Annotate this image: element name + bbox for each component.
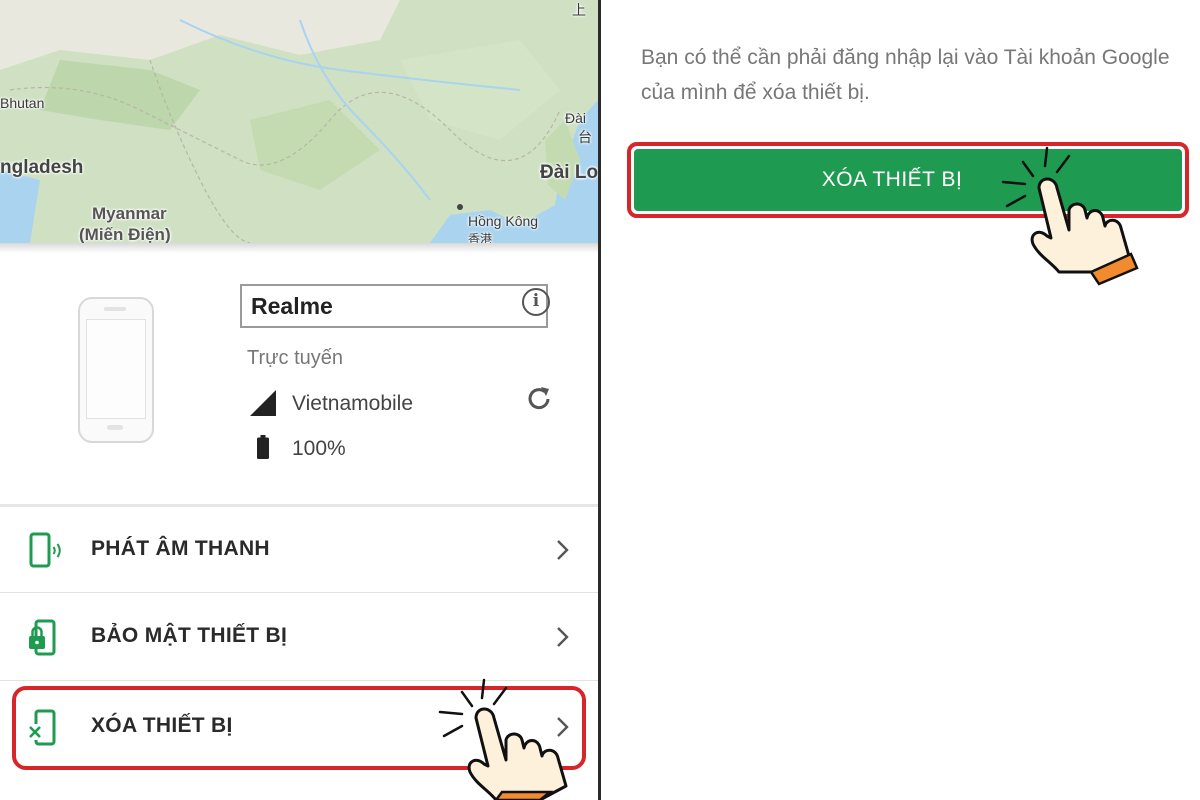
map-label-dai-loan: Đài Lo xyxy=(540,162,598,183)
chevron-right-icon xyxy=(557,540,569,560)
menu-item-play-sound[interactable]: PHÁT ÂM THANH xyxy=(0,507,598,593)
pointing-hand-icon xyxy=(1001,146,1139,286)
erase-warning-message: Bạn có thể cần phải đăng nhập lại vào Tà… xyxy=(641,46,1170,104)
left-screenshot: Bhutan ngladesh Myanmar (Miến Điện) Đài … xyxy=(0,0,598,800)
carrier-name: Vietnamobile xyxy=(292,392,414,415)
map-label-hong-kong: Hồng Kông xyxy=(468,213,539,229)
map-label-hong-kong-han: 香港 xyxy=(468,232,493,243)
map-label-dai: Đài xyxy=(565,110,587,126)
map-view[interactable]: Bhutan ngladesh Myanmar (Miến Điện) Đài … xyxy=(0,0,598,243)
device-status: Trực tuyến xyxy=(247,347,344,369)
ring-phone-icon xyxy=(29,532,61,568)
map-shadow xyxy=(0,243,598,253)
right-screenshot: Bạn có thể cần phải đăng nhập lại vào Tà… xyxy=(601,0,1200,800)
menu-item-secure-device[interactable]: BẢO MẬT THIẾT BỊ xyxy=(0,594,598,680)
chevron-right-icon xyxy=(557,627,569,647)
map-label-myanmar: Myanmar xyxy=(92,204,167,223)
battery-level: 100% xyxy=(292,437,346,460)
device-name-field[interactable]: Realme xyxy=(240,284,548,328)
map-label-top-right: 上 xyxy=(572,2,586,18)
row-divider xyxy=(0,592,598,593)
menu-item-label: PHÁT ÂM THANH xyxy=(91,537,270,560)
device-image xyxy=(78,297,154,443)
map-label-bangladesh: ngladesh xyxy=(0,157,84,178)
menu-item-label: BẢO MẬT THIẾT BỊ xyxy=(91,624,288,647)
map-label-bhutan: Bhutan xyxy=(0,95,45,111)
refresh-icon[interactable] xyxy=(524,384,554,414)
signal-icon xyxy=(250,390,276,416)
map-label-mien-dien: (Miến Điện) xyxy=(79,225,171,243)
info-icon[interactable]: i xyxy=(522,288,550,316)
map-terrain xyxy=(0,0,598,243)
pointing-hand-icon xyxy=(438,678,568,800)
lock-phone-icon xyxy=(29,619,56,656)
battery-icon xyxy=(257,435,269,459)
map-label-dai-han: 台 xyxy=(578,129,592,145)
